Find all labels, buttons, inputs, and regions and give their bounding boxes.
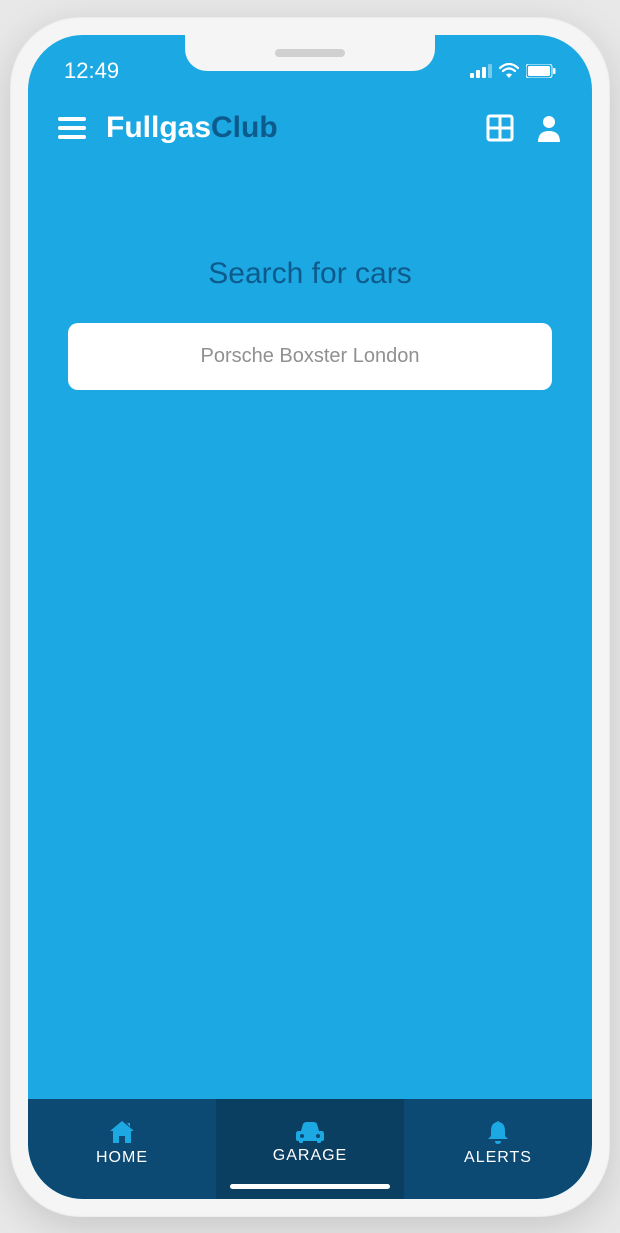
- home-indicator[interactable]: [230, 1184, 390, 1189]
- wifi-icon: [499, 63, 519, 78]
- battery-icon: [526, 64, 556, 78]
- profile-icon[interactable]: [536, 114, 562, 142]
- nav-alerts[interactable]: ALERTS: [404, 1099, 592, 1199]
- hamburger-menu-icon[interactable]: [58, 117, 86, 139]
- screen: 12:49: [28, 35, 592, 1199]
- status-icons: [470, 63, 556, 78]
- status-time: 12:49: [64, 58, 119, 84]
- phone-frame: 12:49: [10, 17, 610, 1217]
- search-title: Search for cars: [68, 257, 552, 291]
- search-input[interactable]: [68, 323, 552, 390]
- nav-home-label: HOME: [96, 1149, 148, 1167]
- app-logo: FullgasClub: [106, 111, 466, 145]
- content: Search for cars: [28, 167, 592, 390]
- home-icon: [108, 1119, 136, 1145]
- bell-icon: [486, 1119, 510, 1145]
- header: FullgasClub: [28, 89, 592, 167]
- nav-home[interactable]: HOME: [28, 1099, 216, 1199]
- nav-garage-label: GARAGE: [273, 1147, 347, 1165]
- notch: [185, 35, 435, 71]
- car-icon: [295, 1121, 325, 1143]
- grid-icon[interactable]: [486, 114, 514, 142]
- nav-alerts-label: ALERTS: [464, 1149, 532, 1167]
- signal-icon: [470, 64, 492, 78]
